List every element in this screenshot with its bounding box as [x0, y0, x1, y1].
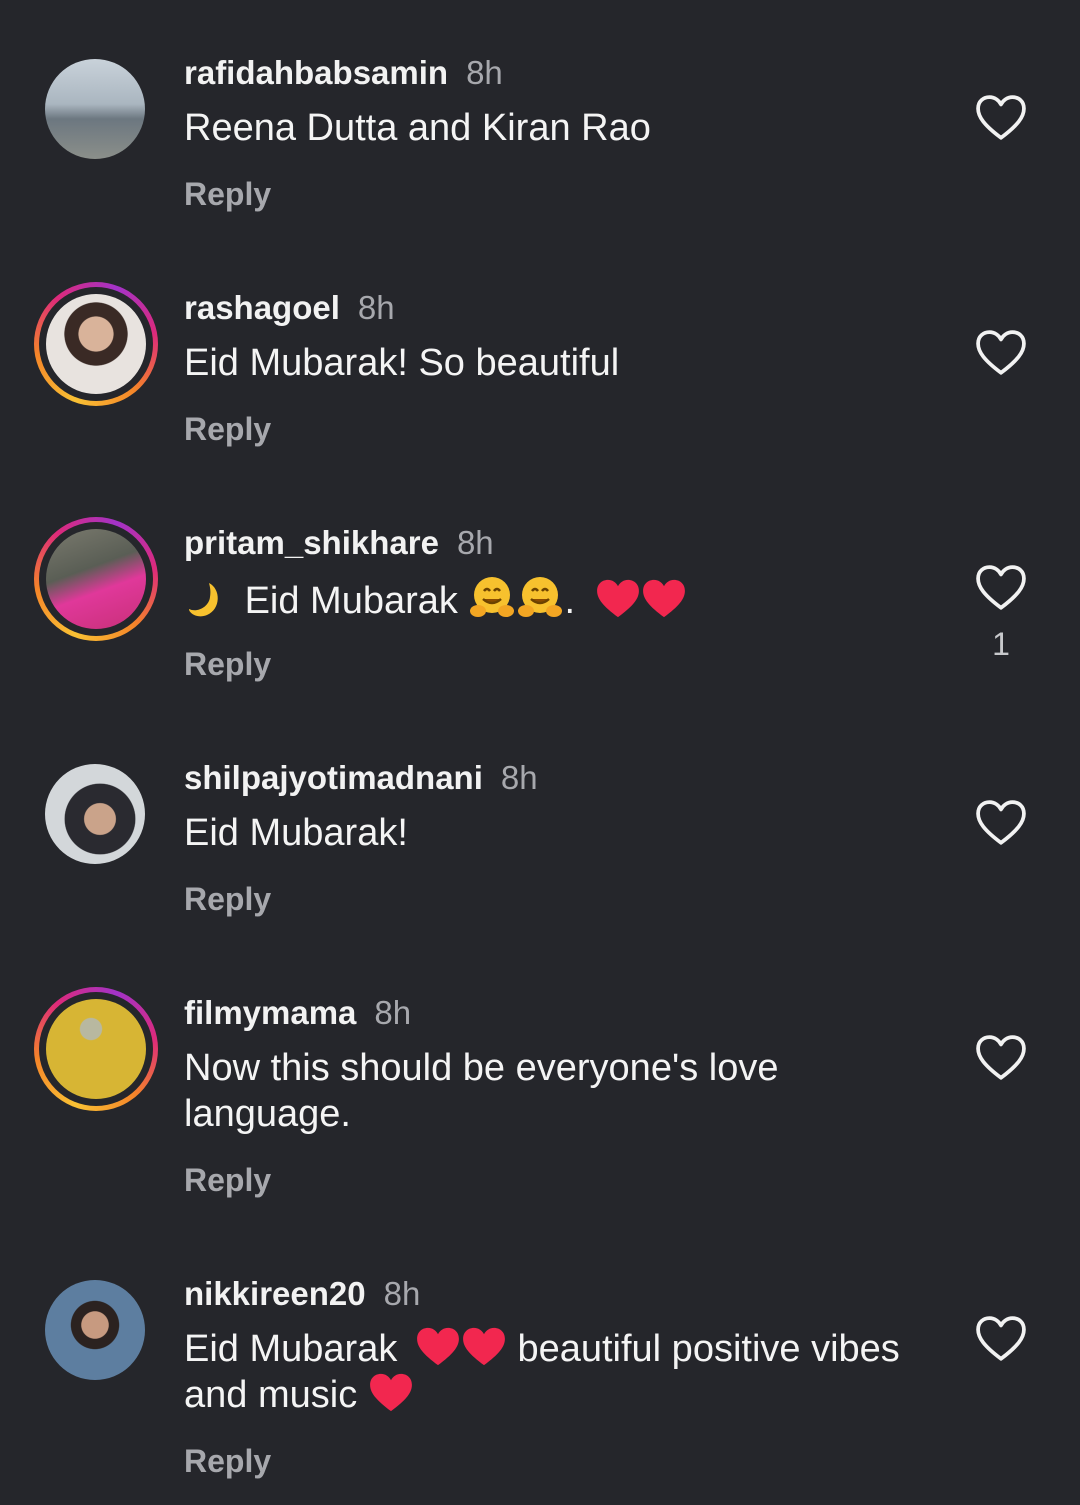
red-heart-icon [369, 1373, 412, 1412]
red-heart-icon [462, 1327, 505, 1366]
heart-outline-icon[interactable] [976, 330, 1026, 376]
comment-header: rashagoel 8h [184, 288, 395, 328]
comment-text-suffix: . [564, 580, 576, 622]
like-count: 1 [992, 626, 1010, 662]
comment-text-part1: Eid Mubarak [184, 1328, 398, 1370]
reply-button[interactable]: Reply [184, 1441, 271, 1481]
username[interactable]: nikkireen20 [184, 1275, 366, 1312]
comment-text: Eid Mubarak beautiful positive vibes and… [184, 1326, 924, 1418]
comment-text: Now this should be everyone's love langu… [184, 1047, 779, 1135]
comment-header: rafidahbabsamin 8h [184, 53, 503, 93]
hugging-face-icon [470, 577, 515, 617]
timestamp: 8h [466, 54, 503, 91]
red-heart-icon [416, 1327, 459, 1366]
timestamp: 8h [500, 759, 538, 796]
username[interactable]: pritam_shikhare [184, 524, 439, 561]
timestamp: 8h [456, 524, 494, 561]
heart-outline-icon[interactable] [976, 565, 1026, 611]
comment-text-prefix: Eid Mubarak [244, 580, 458, 622]
comment-header: nikkireen20 8h [184, 1274, 420, 1314]
red-heart-icon [642, 579, 685, 618]
username[interactable]: rashagoel [184, 289, 340, 326]
timestamp: 8h [383, 1275, 421, 1312]
avatar[interactable] [45, 59, 145, 159]
comment-text: Eid Mubarak . [184, 575, 924, 624]
comment-text: Reena Dutta and Kiran Rao [184, 107, 651, 149]
avatar-image [46, 294, 146, 394]
reply-button[interactable]: Reply [184, 409, 271, 449]
timestamp: 8h [374, 994, 412, 1031]
reply-button[interactable]: Reply [184, 174, 271, 214]
heart-outline-icon[interactable] [976, 95, 1026, 141]
reply-button[interactable]: Reply [184, 644, 271, 684]
avatar[interactable] [45, 1280, 145, 1380]
heart-outline-icon[interactable] [976, 800, 1026, 846]
avatar-image [45, 1280, 145, 1380]
username[interactable]: filmymama [184, 994, 356, 1031]
comment-header: filmymama 8h [184, 993, 411, 1033]
avatar-image [46, 529, 146, 629]
crescent-moon-icon [189, 583, 218, 617]
comment-text: Eid Mubarak! [184, 812, 408, 854]
comment-text: Eid Mubarak! So beautiful [184, 342, 620, 384]
avatar[interactable] [34, 987, 158, 1111]
reply-button[interactable]: Reply [184, 879, 271, 919]
heart-outline-icon[interactable] [976, 1035, 1026, 1081]
reply-button[interactable]: Reply [184, 1160, 271, 1200]
username[interactable]: shilpajyotimadnani [184, 759, 483, 796]
red-heart-icon [596, 579, 639, 618]
avatar[interactable] [45, 764, 145, 864]
comment-header: shilpajyotimadnani 8h [184, 758, 538, 798]
comment-header: pritam_shikhare 8h [184, 523, 494, 563]
hugging-face-icon [518, 577, 563, 617]
avatar-image [45, 764, 145, 864]
avatar[interactable] [34, 282, 158, 406]
avatar-image [46, 999, 146, 1099]
heart-outline-icon[interactable] [976, 1316, 1026, 1362]
avatar[interactable] [34, 517, 158, 641]
username[interactable]: rafidahbabsamin [184, 54, 448, 91]
avatar-image [45, 59, 145, 159]
timestamp: 8h [357, 289, 395, 326]
